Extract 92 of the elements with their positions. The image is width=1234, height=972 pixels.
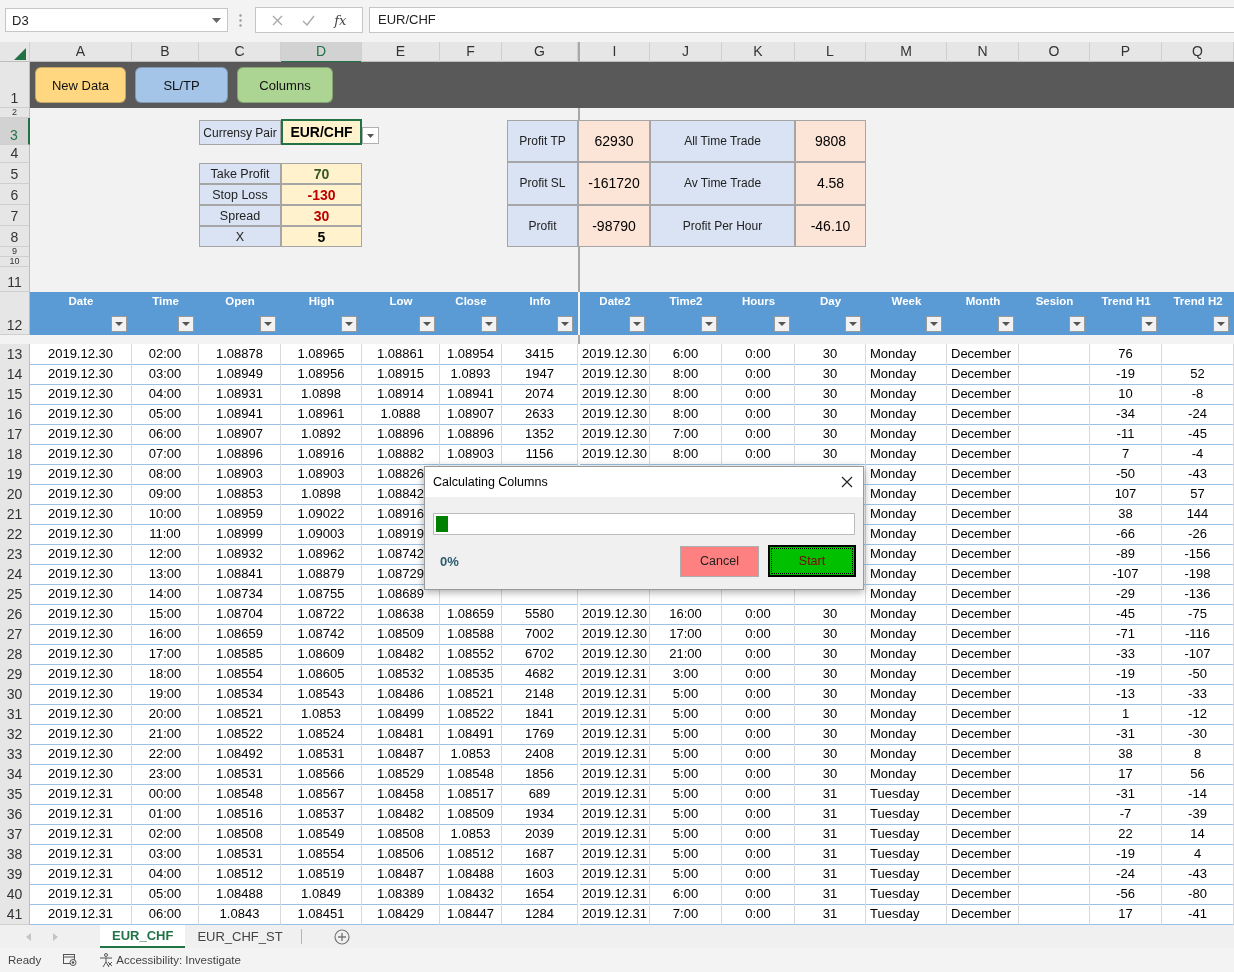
row-header[interactable]: 21 (0, 504, 30, 525)
parameter-label: Spread (199, 205, 281, 226)
row-header[interactable]: 18 (0, 444, 30, 465)
parameter-label: X (199, 226, 281, 247)
row-header[interactable]: 36 (0, 804, 30, 825)
currency-field[interactable]: EUR/CHF (281, 119, 362, 145)
row-header[interactable]: 38 (0, 844, 30, 865)
row-header[interactable]: 13 (0, 344, 30, 365)
status-text: Ready (8, 954, 42, 966)
row-header[interactable]: 34 (0, 764, 30, 785)
row-header[interactable]: 40 (0, 884, 30, 905)
column-title: Month (965, 295, 1001, 307)
stat-label: All Time Trade (650, 120, 795, 163)
row-header[interactable]: 31 (0, 704, 30, 725)
stat-label: Profit Per Hour (650, 204, 795, 247)
cancel-button[interactable]: Cancel (680, 545, 759, 577)
row-header[interactable]: 33 (0, 744, 30, 765)
row-header[interactable]: 35 (0, 784, 30, 805)
row-header[interactable]: 25 (0, 584, 30, 605)
insert-function-button[interactable]: fx (334, 12, 347, 28)
row-header[interactable]: 41 (0, 904, 30, 925)
row-header[interactable]: 19 (0, 464, 30, 485)
row-header[interactable]: 39 (0, 864, 30, 885)
stat-label: Av Time Trade (650, 162, 795, 205)
row-header[interactable]: 12 (0, 292, 30, 335)
column-title: Date (68, 295, 94, 307)
row-header[interactable]: 4 (0, 145, 30, 163)
stat-value: 62930 (578, 120, 650, 163)
row-header[interactable]: 23 (0, 544, 30, 565)
formula-field[interactable]: EUR/CHF (369, 7, 1234, 33)
row-header[interactable]: 26 (0, 604, 30, 625)
parameter-value: 70 (281, 163, 362, 184)
row-header[interactable]: 2 (0, 108, 30, 118)
row-header[interactable]: 9 (0, 247, 30, 257)
row-header[interactable]: 15 (0, 384, 30, 405)
row-header[interactable]: 7 (0, 205, 30, 226)
row-header[interactable]: 24 (0, 564, 30, 585)
column-title: Trend H1 (1101, 295, 1151, 307)
column-title: Date2 (599, 295, 631, 307)
row-header[interactable]: 20 (0, 484, 30, 505)
row-header[interactable]: 8 (0, 226, 30, 247)
column-title: Trend H2 (1173, 295, 1223, 307)
row-header[interactable]: 17 (0, 424, 30, 445)
column-title: Info (529, 295, 551, 307)
column-title: Hours (741, 295, 776, 307)
field-label: Currensy Pair (199, 120, 281, 145)
row-header[interactable]: 5 (0, 163, 30, 184)
parameter-label: Take Profit (199, 163, 281, 184)
column-header[interactable]: D (281, 42, 362, 63)
macro-button[interactable]: SL/TP (135, 67, 228, 103)
stat-value: -161720 (578, 162, 650, 205)
start-button[interactable]: Start (768, 545, 856, 577)
column-title: Day (819, 295, 842, 307)
parameter-value: 5 (281, 226, 362, 247)
column-title: Time2 (669, 295, 703, 307)
column-title: Week (891, 295, 922, 307)
name-box[interactable]: D3 (5, 8, 228, 32)
row-header[interactable]: 14 (0, 364, 30, 385)
row-header[interactable]: 27 (0, 624, 30, 645)
row-header[interactable]: 29 (0, 664, 30, 685)
row-header[interactable]: 16 (0, 404, 30, 425)
column-title: Low (389, 295, 413, 307)
stat-value: 4.58 (795, 162, 866, 205)
parameter-label: Stop Loss (199, 184, 281, 205)
stat-label: Profit TP (507, 120, 578, 163)
parameter-value: -130 (281, 184, 362, 205)
row-header[interactable]: 28 (0, 644, 30, 665)
column-title: Time (152, 295, 179, 307)
column-title: Open (225, 295, 255, 307)
stat-label: Profit (507, 204, 578, 247)
sheet-tab[interactable]: EUR_CHF_ST (185, 925, 295, 948)
row-header[interactable]: 30 (0, 684, 30, 705)
macro-button[interactable]: Columns (237, 67, 333, 103)
row-header[interactable]: 37 (0, 824, 30, 845)
accessibility-button[interactable]: Accessibility: Investigate (99, 953, 241, 967)
macro-button[interactable]: New Data (35, 67, 126, 103)
progress-percent: 0% (440, 553, 460, 569)
row-header[interactable]: 6 (0, 184, 30, 205)
row-header[interactable]: 22 (0, 524, 30, 545)
column-title: Sesion (1035, 295, 1074, 307)
row-header[interactable]: 11 (0, 267, 30, 292)
stat-label: Profit SL (507, 162, 578, 205)
column-title: Close (455, 295, 487, 307)
stat-value: 9808 (795, 120, 866, 163)
stat-value: -46.10 (795, 204, 866, 247)
column-title: High (308, 295, 335, 307)
sheet-tab[interactable]: EUR_CHF (100, 925, 186, 948)
stat-value: -98790 (578, 204, 650, 247)
parameter-value: 30 (281, 205, 362, 226)
row-header[interactable]: 32 (0, 724, 30, 745)
row-header[interactable]: 3 (0, 118, 30, 145)
row-header[interactable]: 1 (0, 62, 30, 108)
